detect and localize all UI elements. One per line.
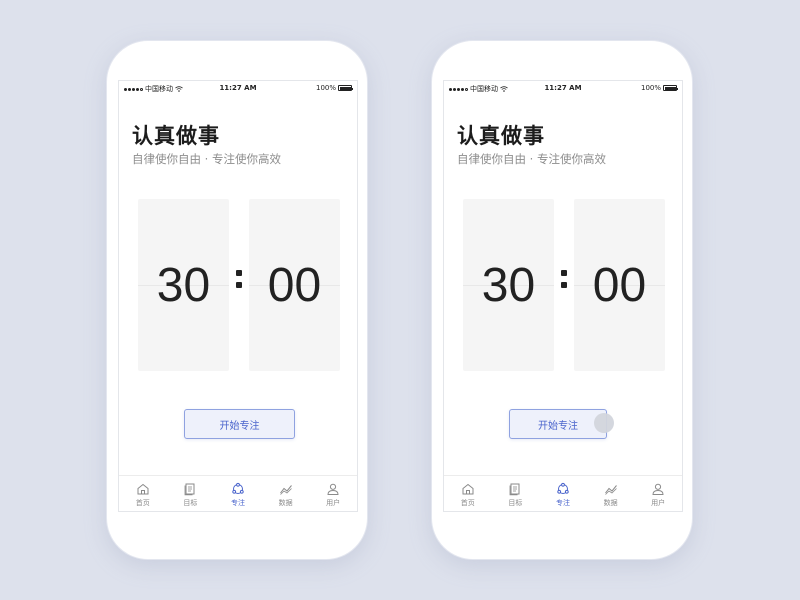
touch-indicator: [594, 413, 614, 433]
timer-colon: [557, 266, 571, 296]
tab-bar: 首页 目标 专注 数据 用户: [119, 475, 357, 511]
tab-label: 数据: [603, 499, 618, 507]
timer-colon: [232, 266, 246, 296]
phone-right: 中国移动 11:27 AM 100% 认真做事 自律使你自由 · 专注使你高效 …: [431, 40, 693, 560]
home-icon: [462, 483, 474, 495]
tab-label: 数据: [278, 499, 293, 507]
battery-icon: [338, 85, 353, 91]
start-focus-button[interactable]: 开始专注: [509, 409, 607, 439]
minutes-card: 30: [463, 199, 554, 371]
chart-icon: [604, 485, 617, 495]
minutes-digits: 30: [156, 258, 211, 312]
phone-left: 中国移动 11:27 AM 100% 认真做事 自律使你自由 · 专注使你高效 …: [106, 40, 368, 560]
app-screen: 中国移动 11:27 AM 100% 认真做事 自律使你自由 · 专注使你高效 …: [443, 80, 683, 512]
battery-percent: 100%: [315, 84, 336, 92]
tab-user[interactable]: 用户: [634, 476, 682, 511]
tab-label: 专注: [555, 499, 570, 507]
tab-bar: 首页 目标 专注 数据 用户: [444, 475, 682, 511]
tab-focus[interactable]: 专注: [214, 476, 262, 511]
tab-label: 用户: [651, 499, 666, 507]
page-title: 认真做事: [457, 124, 545, 148]
tab-data[interactable]: 数据: [587, 476, 635, 511]
page-subtitle: 自律使你自由 · 专注使你高效: [457, 152, 606, 166]
tab-label: 首页: [460, 499, 475, 507]
tab-label: 用户: [326, 499, 341, 507]
tab-focus[interactable]: 专注: [539, 476, 587, 511]
tab-goals[interactable]: 目标: [492, 476, 540, 511]
focus-icon: [557, 482, 569, 494]
document-icon: [184, 483, 195, 496]
tab-user[interactable]: 用户: [309, 476, 357, 511]
chart-icon: [279, 485, 292, 495]
focus-icon: [232, 482, 244, 494]
tab-label: 专注: [230, 499, 245, 507]
tab-goals[interactable]: 目标: [167, 476, 215, 511]
seconds-digits: 00: [267, 258, 322, 312]
tab-home[interactable]: 首页: [119, 476, 167, 511]
seconds-card: 00: [249, 199, 340, 371]
tab-label: 目标: [183, 499, 198, 507]
status-bar: 中国移动 11:27 AM 100%: [444, 81, 682, 95]
page-title: 认真做事: [132, 124, 220, 148]
battery-icon: [663, 85, 678, 91]
user-icon: [327, 483, 339, 495]
status-bar: 中国移动 11:27 AM 100%: [119, 81, 357, 95]
tab-data[interactable]: 数据: [262, 476, 310, 511]
battery-percent: 100%: [640, 84, 661, 92]
start-focus-button[interactable]: 开始专注: [184, 409, 295, 439]
document-icon: [509, 483, 520, 496]
minutes-digits: 30: [481, 258, 536, 312]
tab-home[interactable]: 首页: [444, 476, 492, 511]
user-icon: [652, 483, 664, 495]
tab-label: 首页: [135, 499, 150, 507]
seconds-card: 00: [574, 199, 665, 371]
seconds-digits: 00: [592, 258, 647, 312]
status-right: 100%: [315, 84, 353, 92]
page-subtitle: 自律使你自由 · 专注使你高效: [132, 152, 281, 166]
minutes-card: 30: [138, 199, 229, 371]
tab-label: 目标: [508, 499, 523, 507]
status-right: 100%: [640, 84, 678, 92]
app-screen: 中国移动 11:27 AM 100% 认真做事 自律使你自由 · 专注使你高效 …: [118, 80, 358, 512]
home-icon: [137, 483, 149, 495]
